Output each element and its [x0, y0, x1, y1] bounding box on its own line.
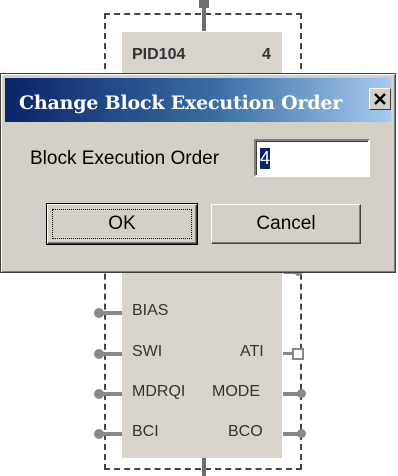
pin-label-swi: SWI — [132, 343, 163, 360]
pin-label-mdrqi: MDRQI — [132, 383, 186, 400]
ok-button[interactable]: OK — [46, 203, 198, 245]
input-connector-line — [202, 5, 206, 31]
pin-label-bco: BCO — [228, 423, 263, 440]
pin-label-bci: BCI — [132, 423, 159, 440]
pin-label-ati: ATI — [240, 343, 264, 360]
close-button[interactable] — [369, 88, 391, 110]
dialog-titlebar[interactable]: Change Block Execution Order — [5, 78, 391, 122]
execution-order-label: Block Execution Order — [30, 148, 220, 169]
execution-order-input[interactable] — [254, 139, 370, 177]
close-icon — [374, 93, 386, 105]
pin-label-mode: MODE — [212, 383, 260, 400]
pin-label-bias: BIAS — [132, 302, 169, 319]
block-name: PID104 — [132, 46, 186, 63]
pin-ati-connector[interactable] — [283, 348, 304, 360]
block-execution-order: 4 — [262, 46, 271, 63]
ok-button-label: OK — [108, 213, 136, 234]
dialog-title: Change Block Execution Order — [19, 92, 343, 114]
output-connector-line — [202, 458, 206, 476]
cancel-button[interactable]: Cancel — [211, 204, 361, 244]
pin-bias-connector[interactable] — [94, 308, 122, 318]
pin-mdrqi-connector[interactable] — [94, 389, 122, 399]
cancel-button-label: Cancel — [256, 213, 316, 234]
pin-bco-connector[interactable] — [283, 429, 306, 438]
pin-mode-connector[interactable] — [283, 389, 306, 398]
pin-bci-connector[interactable] — [94, 429, 122, 439]
pin-swi-connector[interactable] — [94, 349, 122, 359]
